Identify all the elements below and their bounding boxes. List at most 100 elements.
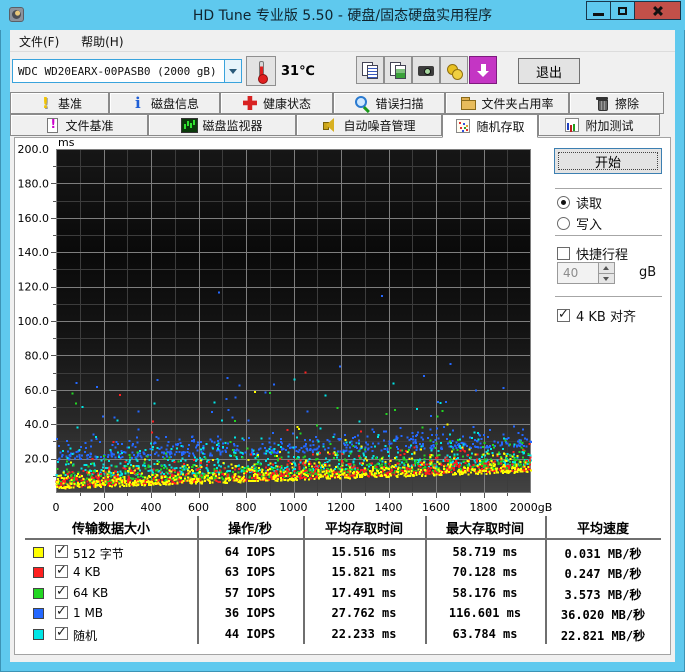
series-checkbox[interactable] [55,625,68,640]
read-radio[interactable]: 读取 [557,193,602,212]
svg-text:40.0: 40.0 [25,418,50,431]
options-button[interactable] [440,56,468,84]
toolbar: WDC WD20EARX-00PASB0 (2000 gB) 31℃ 退出 [10,53,675,90]
svg-text:ms: ms [58,138,75,149]
tab-row-1: 基准 磁盘信息 健康状态 错误扫描 文件夹占用率 擦除 [10,92,675,114]
app-icon [9,7,24,22]
menu-help[interactable]: 帮助(H) [72,30,132,53]
tab-noise-management[interactable]: 自动噪音管理 [296,114,442,136]
options-icon [446,62,463,80]
copy-text-icon [362,62,379,79]
tab-error-scan[interactable]: 错误扫描 [333,92,445,114]
svg-text:1000: 1000 [280,501,308,514]
menu-file[interactable]: 文件(F) [10,30,68,53]
thermometer-icon [258,61,268,84]
tab-extra-tests[interactable]: 附加测试 [538,114,660,136]
tab-label: 磁盘信息 [150,96,199,111]
copy-text-button[interactable] [356,56,384,84]
short-stroke-unit-label: gB [639,265,657,280]
max-access-time: 70.128 ms [452,565,518,579]
write-label: 写入 [576,218,603,233]
svg-text:160.0: 160.0 [18,212,50,225]
tab-file-benchmark[interactable]: 文件基准 [10,114,148,136]
series-label: 64 KB [73,586,109,600]
tab-health[interactable]: 健康状态 [220,92,333,114]
tab-label: 健康状态 [262,96,311,111]
column-header: 最大存取时间 [445,522,524,537]
avg-access-time: 15.516 ms [331,545,397,559]
spin-up-icon[interactable] [599,263,614,274]
maximize-button[interactable] [610,1,635,20]
svg-text:120.0: 120.0 [18,281,50,294]
series-label: 512 字节 [73,547,124,561]
svg-text:1200: 1200 [327,501,355,514]
series-checkbox[interactable] [55,584,68,599]
svg-text:20.0: 20.0 [25,453,50,466]
iops-value: 36 IOPS [224,606,276,620]
camera-icon [418,62,435,79]
align-label: 4 KB 对齐 [576,310,636,325]
svg-text:1400: 1400 [375,501,403,514]
drive-select[interactable]: WDC WD20EARX-00PASB0 (2000 gB) [12,59,242,83]
window-title: HD Tune 专业版 5.50 - 硬盘/固态硬盘实用程序 [192,8,493,24]
svg-text:180.0: 180.0 [18,177,50,190]
random-access-chart: 200.0 180.0 160.0 140.0 120.0 100.0 80.0 60.0 40… [18,138,553,514]
tab-disk-info[interactable]: 磁盘信息 [109,92,220,114]
client-area: 文件(F) 帮助(H) WDC WD20EARX-00PASB0 (2000 g… [10,30,675,662]
update-button[interactable] [469,56,497,84]
avg-access-time: 22.233 ms [331,627,397,641]
table-row: 1 MB 36 IOPS 27.762 ms 116.601 ms 36.020… [25,604,661,625]
window-controls [586,1,681,20]
series-checkbox[interactable] [55,604,68,619]
svg-text:200.0: 200.0 [18,143,50,156]
iops-value: 44 IOPS [224,627,276,641]
spinner-buttons [598,263,614,283]
avg-speed: 0.031 MB/秒 [564,547,642,561]
benchmark-icon [37,94,53,112]
temperature-button[interactable] [246,56,276,86]
svg-text:800: 800 [236,501,257,514]
tab-folder-usage[interactable]: 文件夹占用率 [445,92,569,114]
max-access-time: 58.719 ms [452,545,518,559]
tab-erase[interactable]: 擦除 [569,92,664,114]
write-radio[interactable]: 写入 [557,214,602,233]
chevron-down-icon[interactable] [224,60,241,82]
series-color-swatch [33,567,44,578]
tab-benchmark[interactable]: 基准 [10,92,109,114]
drive-select-value: WDC WD20EARX-00PASB0 (2000 gB) [18,64,217,78]
menu-bar: 文件(F) 帮助(H) [10,30,675,52]
avg-speed: 36.020 MB/秒 [560,608,646,622]
start-button[interactable]: 开始 [554,148,662,174]
magnifier-icon [354,95,370,111]
screenshot-button[interactable] [412,56,440,84]
series-color-swatch [33,629,44,640]
spin-down-icon[interactable] [599,273,614,283]
short-stroke-checkbox[interactable]: 快捷行程 [557,244,628,263]
iops-value: 57 IOPS [224,586,276,600]
tab-disk-monitor[interactable]: 磁盘监视器 [148,114,296,136]
close-button[interactable] [634,1,681,20]
tab-label: 磁盘监视器 [202,118,263,133]
minimize-icon [593,13,604,16]
svg-text:60.0: 60.0 [25,384,50,397]
app-window: HD Tune 专业版 5.50 - 硬盘/固态硬盘实用程序 文件(F) 帮助(… [0,0,685,672]
table-row: 随机 44 IOPS 22.233 ms 63.784 ms 22.821 MB… [25,625,661,646]
short-stroke-size-input[interactable]: 40 [557,262,615,284]
minimize-button[interactable] [586,1,611,20]
svg-text:1600: 1600 [422,501,450,514]
series-color-swatch [33,608,44,619]
svg-text:1800: 1800 [470,501,498,514]
align-checkbox[interactable]: 4 KB 对齐 [557,306,636,325]
column-header: 操作/秒 [228,522,272,537]
copy-image-button[interactable] [384,56,412,84]
column-header: 平均存取时间 [324,522,403,537]
header-divider [25,538,661,540]
max-access-time: 63.784 ms [452,627,518,641]
series-checkbox[interactable] [55,563,68,578]
exit-button[interactable]: 退出 [518,58,580,84]
tab-label: 文件夹占用率 [481,96,554,111]
tab-random-access[interactable]: 随机存取 [442,114,538,138]
series-checkbox[interactable] [55,543,68,558]
trash-icon [594,95,610,111]
title-bar[interactable]: HD Tune 专业版 5.50 - 硬盘/固态硬盘实用程序 [0,0,685,30]
